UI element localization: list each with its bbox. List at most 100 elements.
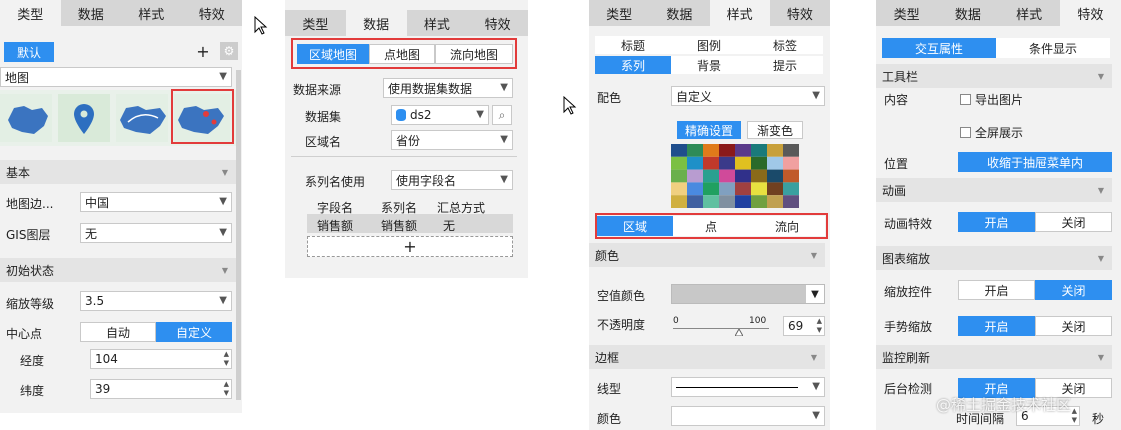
- style-tab-background[interactable]: 背景: [671, 56, 747, 74]
- tab-effect[interactable]: 特效: [181, 0, 242, 26]
- center-custom-button[interactable]: 自定义: [156, 322, 232, 342]
- tab-effect[interactable]: 特效: [1059, 0, 1121, 26]
- zoom-control-off-button[interactable]: 关闭: [1035, 280, 1112, 300]
- palette-swatch[interactable]: [719, 182, 735, 196]
- condition-display-tab[interactable]: 条件显示: [996, 38, 1110, 58]
- position-button[interactable]: 收缩于抽屉菜单内: [958, 152, 1112, 172]
- palette-swatch[interactable]: [671, 182, 687, 196]
- zoom-control-on-button[interactable]: 开启: [958, 280, 1035, 300]
- section-toolbar[interactable]: 工具栏 ▼: [876, 64, 1112, 88]
- lng-input[interactable]: 104 ▲ ▼: [90, 349, 232, 369]
- export-image-checkbox[interactable]: 导出图片: [960, 91, 1023, 108]
- add-icon[interactable]: +: [194, 42, 212, 61]
- line-type-select[interactable]: ▼: [671, 377, 825, 397]
- palette-swatch[interactable]: [783, 169, 799, 183]
- style-tab-tooltip[interactable]: 提示: [747, 56, 823, 74]
- null-color-picker[interactable]: ▼: [671, 284, 825, 304]
- spinner-icon[interactable]: ▲ ▼: [224, 350, 229, 368]
- palette-swatch[interactable]: [751, 182, 767, 196]
- palette-swatch[interactable]: [687, 182, 703, 196]
- section-monitor[interactable]: 监控刷新 ▼: [876, 345, 1112, 369]
- palette-swatch[interactable]: [687, 169, 703, 183]
- tab-style[interactable]: 样式: [998, 0, 1060, 26]
- palette-swatch[interactable]: [703, 156, 719, 170]
- chart-type-select[interactable]: 地图 ▼: [0, 67, 232, 87]
- tab-type[interactable]: 类型: [876, 0, 938, 26]
- style-tab-label[interactable]: 标签: [747, 36, 823, 54]
- tab-data[interactable]: 数据: [649, 0, 710, 26]
- anim-off-button[interactable]: 关闭: [1035, 212, 1112, 232]
- palette-swatch[interactable]: [751, 195, 767, 208]
- gesture-off-button[interactable]: 关闭: [1035, 316, 1112, 336]
- palette-grid[interactable]: [671, 144, 799, 208]
- source-select[interactable]: 使用数据集数据 ▼: [383, 78, 513, 98]
- palette-swatch[interactable]: [703, 195, 719, 208]
- style-tab-legend[interactable]: 图例: [671, 36, 747, 54]
- tab-data[interactable]: 数据: [345, 10, 407, 36]
- tab-type[interactable]: 类型: [589, 0, 650, 26]
- area-select[interactable]: 省份 ▼: [391, 130, 513, 150]
- tab-effect[interactable]: 特效: [769, 0, 830, 26]
- palette-swatch[interactable]: [783, 156, 799, 170]
- palette-swatch[interactable]: [751, 144, 767, 157]
- spinner-icon[interactable]: ▲ ▼: [224, 380, 229, 398]
- tab-effect[interactable]: 特效: [467, 10, 528, 36]
- color-scheme-select[interactable]: 自定义 ▼: [671, 86, 825, 106]
- palette-swatch[interactable]: [783, 144, 799, 157]
- palette-swatch[interactable]: [687, 156, 703, 170]
- palette-swatch[interactable]: [767, 156, 783, 170]
- section-animation[interactable]: 动画 ▼: [876, 178, 1112, 202]
- palette-swatch[interactable]: [767, 144, 783, 157]
- palette-swatch[interactable]: [767, 195, 783, 208]
- palette-swatch[interactable]: [703, 169, 719, 183]
- boundary-select[interactable]: 中国 ▼: [80, 192, 232, 212]
- palette-swatch[interactable]: [735, 195, 751, 208]
- gradient-button[interactable]: 渐变色: [747, 121, 803, 139]
- palette-swatch[interactable]: [751, 156, 767, 170]
- color-palette[interactable]: [671, 144, 799, 208]
- palette-swatch[interactable]: [783, 195, 799, 208]
- tab-type[interactable]: 类型: [0, 0, 61, 26]
- zoom-select[interactable]: 3.5 ▼: [80, 291, 232, 311]
- tab-style[interactable]: 样式: [709, 0, 770, 26]
- palette-swatch[interactable]: [719, 156, 735, 170]
- section-zoom[interactable]: 图表缩放 ▼: [876, 246, 1112, 270]
- palette-swatch[interactable]: [671, 144, 687, 157]
- border-color-select[interactable]: ▼: [671, 406, 825, 426]
- tab-type[interactable]: 类型: [285, 10, 346, 36]
- tab-data[interactable]: 数据: [937, 0, 999, 26]
- palette-swatch[interactable]: [767, 182, 783, 196]
- add-row-button[interactable]: +: [307, 236, 513, 257]
- palette-swatch[interactable]: [671, 156, 687, 170]
- palette-swatch[interactable]: [719, 195, 735, 208]
- series-select[interactable]: 使用字段名 ▼: [391, 170, 513, 190]
- gear-icon[interactable]: ⚙: [220, 42, 238, 60]
- spinner-icon[interactable]: ▲ ▼: [817, 317, 822, 335]
- palette-swatch[interactable]: [703, 182, 719, 196]
- palette-swatch[interactable]: [719, 144, 735, 157]
- tab-style[interactable]: 样式: [121, 0, 182, 26]
- section-init[interactable]: 初始状态 ▼: [0, 258, 236, 282]
- palette-swatch[interactable]: [735, 156, 751, 170]
- palette-swatch[interactable]: [687, 144, 703, 157]
- palette-swatch[interactable]: [751, 169, 767, 183]
- lat-input[interactable]: 39 ▲ ▼: [90, 379, 232, 399]
- palette-swatch[interactable]: [687, 195, 703, 208]
- gis-select[interactable]: 无 ▼: [80, 223, 232, 243]
- fullscreen-checkbox[interactable]: 全屏展示: [960, 124, 1023, 141]
- style-tab-title[interactable]: 标题: [595, 36, 671, 54]
- palette-swatch[interactable]: [671, 169, 687, 183]
- interaction-tab[interactable]: 交互属性: [882, 38, 996, 58]
- default-button[interactable]: 默认: [4, 42, 54, 62]
- palette-swatch[interactable]: [735, 144, 751, 157]
- opacity-input[interactable]: 69 ▲ ▼: [783, 316, 825, 336]
- section-color[interactable]: 颜色 ▼: [589, 243, 825, 267]
- spinner-icon[interactable]: ▲ ▼: [1072, 407, 1077, 425]
- opacity-slider-thumb[interactable]: [734, 325, 745, 337]
- style-tab-series[interactable]: 系列: [595, 56, 671, 74]
- scrollbar[interactable]: [236, 70, 241, 400]
- palette-swatch[interactable]: [671, 195, 687, 208]
- section-basic[interactable]: 基本 ▼: [0, 160, 236, 184]
- opacity-slider-track[interactable]: [673, 328, 769, 329]
- palette-swatch[interactable]: [703, 144, 719, 157]
